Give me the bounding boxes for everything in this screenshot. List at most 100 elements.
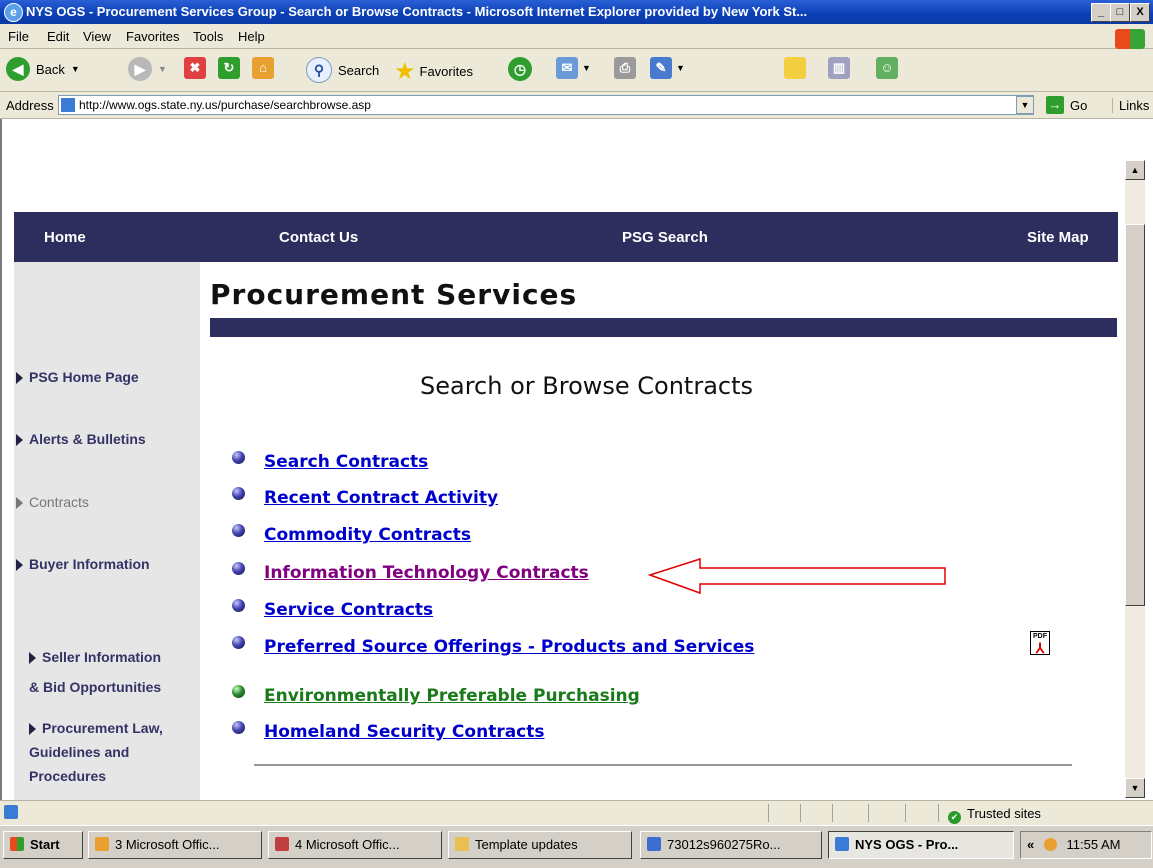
- ie-icon: [835, 837, 849, 851]
- status-bar: ✔ Trusted sites: [0, 800, 1153, 825]
- list-item: Search Contracts: [232, 450, 428, 472]
- scroll-down-button[interactable]: ▼: [1125, 778, 1145, 798]
- list-item: Preferred Source Offerings - Products an…: [232, 635, 754, 657]
- history-button[interactable]: ◷: [508, 57, 532, 81]
- chevron-down-icon: ▼: [70, 64, 80, 74]
- back-arrow-icon: ◀: [6, 57, 30, 81]
- nav-site-map[interactable]: Site Map: [1027, 229, 1089, 246]
- toolbar: ◀ Back ▼ ▶ ▼ ✖ ↻ ⌂ ⚲ Search ★ Favorites …: [0, 49, 1153, 92]
- stop-icon: ✖: [184, 57, 206, 79]
- link-service-contracts[interactable]: Service Contracts: [264, 600, 433, 620]
- clock[interactable]: 11:55 AM: [1066, 837, 1120, 852]
- close-button[interactable]: X: [1130, 3, 1150, 22]
- refresh-icon: ↻: [218, 57, 240, 79]
- refresh-button[interactable]: ↻: [218, 57, 240, 79]
- link-homeland-security[interactable]: Homeland Security Contracts: [264, 722, 545, 742]
- word-doc-icon: [647, 837, 661, 851]
- menu-help[interactable]: Help: [238, 29, 265, 44]
- chevron-down-icon: ▼: [676, 63, 685, 73]
- address-url: http://www.ogs.state.ny.us/purchase/sear…: [79, 98, 371, 112]
- go-button[interactable]: Go: [1070, 98, 1087, 113]
- clock-tray-icon[interactable]: [1043, 838, 1057, 851]
- scroll-up-button[interactable]: ▲: [1125, 160, 1145, 180]
- home-button[interactable]: ⌂: [252, 57, 274, 79]
- chevron-down-icon: ▼: [158, 64, 167, 74]
- address-dropdown-button[interactable]: ▼: [1016, 96, 1034, 114]
- vertical-scrollbar[interactable]: ▲ ▼: [1125, 160, 1145, 798]
- menu-tools[interactable]: Tools: [193, 29, 223, 44]
- link-environmentally-preferable[interactable]: Environmentally Preferable Purchasing: [264, 686, 640, 706]
- mail-button[interactable]: ✉ ▼: [556, 57, 591, 79]
- sidebar-item-contracts[interactable]: Contracts: [16, 491, 89, 513]
- taskbar-item-active[interactable]: NYS OGS - Pro...: [828, 831, 1014, 859]
- links-button[interactable]: Links: [1112, 98, 1149, 113]
- link-commodity-contracts[interactable]: Commodity Contracts: [264, 525, 471, 545]
- back-button[interactable]: ◀ Back ▼: [6, 57, 80, 81]
- menu-view[interactable]: View: [83, 29, 111, 44]
- link-search-contracts[interactable]: Search Contracts: [264, 452, 428, 472]
- list-item: Service Contracts: [232, 598, 433, 620]
- taskbar-item[interactable]: 3 Microsoft Offic...: [88, 831, 262, 859]
- start-button[interactable]: Start: [3, 831, 83, 859]
- research-button[interactable]: ▥: [828, 57, 850, 79]
- sidebar-item-alerts[interactable]: Alerts & Bulletins: [16, 428, 146, 450]
- sidebar-item-buyer-info[interactable]: Buyer Information: [16, 553, 150, 575]
- books-icon: ▥: [828, 57, 850, 79]
- stop-button[interactable]: ✖: [184, 57, 206, 79]
- search-icon: ⚲: [306, 57, 332, 83]
- list-item: Recent Contract Activity: [232, 486, 498, 508]
- title-divider: [210, 318, 1117, 337]
- triangle-right-icon: [29, 723, 36, 736]
- scrollbar-thumb[interactable]: [1125, 224, 1145, 606]
- sidebar-item-procurement-law[interactable]: Procurement Law, Guidelines and Procedur…: [16, 692, 163, 788]
- messenger-icon: ☺: [876, 57, 898, 79]
- edit-button[interactable]: ✎ ▼: [650, 57, 685, 79]
- nav-contact-us[interactable]: Contact Us: [279, 229, 358, 246]
- page-title: Procurement Services: [210, 278, 578, 311]
- address-bar: Address http://www.ogs.state.ny.us/purch…: [0, 92, 1153, 119]
- menu-file[interactable]: File: [8, 29, 29, 44]
- list-item: Information Technology Contracts: [232, 561, 589, 583]
- favorites-button[interactable]: ★ Favorites: [394, 57, 473, 86]
- mail-icon: ✉: [556, 57, 578, 79]
- minimize-button[interactable]: _: [1091, 3, 1111, 22]
- link-it-contracts[interactable]: Information Technology Contracts: [264, 563, 589, 583]
- windows-logo-icon: [1115, 29, 1145, 49]
- taskbar-item[interactable]: 73012s960275Ro...: [640, 831, 822, 859]
- bullet-icon: [232, 684, 245, 698]
- messenger-button[interactable]: ☺: [876, 57, 898, 79]
- nav-home[interactable]: Home: [44, 229, 86, 246]
- office-icon: [275, 837, 289, 851]
- print-button[interactable]: ⎙: [614, 57, 636, 79]
- ie-logo-icon: e: [4, 3, 23, 22]
- sidebar-item-psg-home[interactable]: PSG Home Page: [16, 366, 139, 388]
- page-status-icon: [4, 805, 18, 819]
- window-title-bar[interactable]: e NYS OGS - Procurement Services Group -…: [0, 0, 1153, 24]
- link-recent-contract-activity[interactable]: Recent Contract Activity: [264, 488, 498, 508]
- list-item: Commodity Contracts: [232, 523, 471, 545]
- page-icon: [61, 98, 75, 112]
- link-preferred-source[interactable]: Preferred Source Offerings - Products an…: [264, 637, 754, 657]
- nav-psg-search[interactable]: PSG Search: [622, 229, 708, 246]
- sidebar-item-seller-info[interactable]: Seller Information & Bid Opportunities: [16, 612, 161, 702]
- forward-button[interactable]: ▶ ▼: [128, 57, 167, 81]
- pdf-icon[interactable]: PDF ⅄: [1030, 631, 1050, 655]
- maximize-button[interactable]: □: [1110, 3, 1130, 22]
- go-arrow-icon[interactable]: →: [1046, 96, 1064, 114]
- security-zone: ✔ Trusted sites: [948, 806, 1041, 824]
- menu-favorites[interactable]: Favorites: [126, 29, 179, 44]
- taskbar-item[interactable]: Template updates: [448, 831, 632, 859]
- address-input[interactable]: http://www.ogs.state.ny.us/purchase/sear…: [58, 95, 1034, 115]
- taskbar-item[interactable]: 4 Microsoft Offic...: [268, 831, 442, 859]
- forward-arrow-icon: ▶: [128, 57, 152, 81]
- bullet-icon: [232, 561, 245, 575]
- history-icon: ◷: [508, 57, 532, 81]
- windows-flag-icon: [10, 837, 24, 851]
- menu-edit[interactable]: Edit: [47, 29, 69, 44]
- office-icon: [95, 837, 109, 851]
- search-button[interactable]: ⚲ Search: [306, 57, 379, 83]
- note-icon: [784, 57, 806, 79]
- tray-expand-icon[interactable]: «: [1027, 837, 1034, 852]
- triangle-right-icon: [16, 559, 23, 572]
- notes-button[interactable]: [784, 57, 806, 79]
